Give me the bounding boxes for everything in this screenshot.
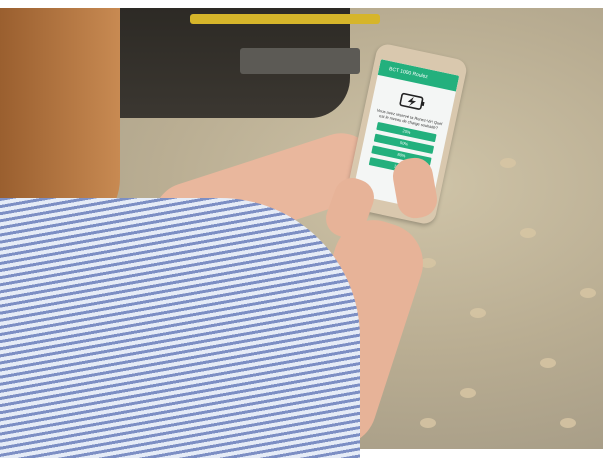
battery-charging-icon: [399, 92, 425, 110]
leaf: [470, 308, 486, 318]
leaf: [540, 358, 556, 368]
app-title: BCT 1000 Roulez: [388, 66, 429, 81]
leaf: [580, 288, 596, 298]
leaf: [560, 418, 576, 428]
leaf: [520, 228, 536, 238]
leaf: [460, 388, 476, 398]
car-license-plate: [240, 48, 360, 74]
leaf: [500, 158, 516, 168]
leaf: [420, 418, 436, 428]
photo-scene: BCT 1000 Roulez Vous avez réservé ta Ren…: [0, 8, 603, 458]
car: [90, 8, 380, 118]
car-yellow-stripe: [190, 14, 380, 24]
app-header: BCT 1000 Roulez: [377, 59, 460, 92]
person-striped-shirt: [0, 198, 360, 458]
